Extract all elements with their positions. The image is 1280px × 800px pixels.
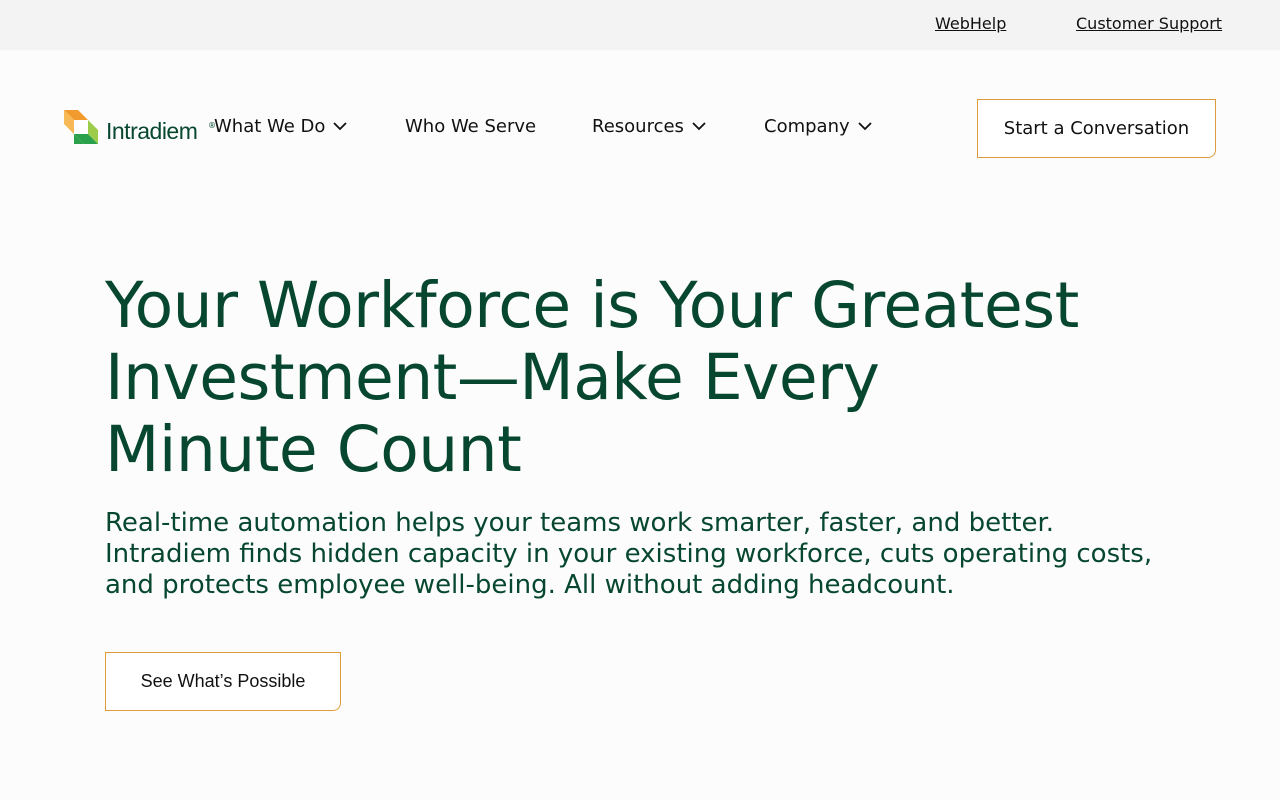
- nav-what-we-do[interactable]: What We Do: [214, 116, 348, 137]
- chevron-down-icon: [692, 122, 706, 131]
- nav-label: Who We Serve: [405, 116, 537, 137]
- nav-label: What We Do: [214, 116, 326, 137]
- logo-text: Intradiem: [106, 118, 198, 144]
- see-whats-possible-button[interactable]: See What’s Possible: [105, 652, 341, 711]
- hero-title: Your Workforce is Your Greatest Investme…: [105, 269, 1079, 486]
- webhelp-link[interactable]: WebHelp: [935, 14, 1006, 33]
- nav-company[interactable]: Company: [764, 116, 872, 137]
- nav-label: Company: [764, 116, 850, 137]
- chevron-down-icon: [333, 122, 348, 131]
- main-header: Intradiem ® What We Do Who We Serve Reso…: [0, 50, 1280, 205]
- nav-who-we-serve[interactable]: Who We Serve: [405, 116, 536, 137]
- utility-bar: WebHelp Customer Support: [0, 0, 1280, 50]
- hero-section: Your Workforce is Your Greatest Investme…: [105, 270, 1205, 601]
- hero-subtitle: Real-time automation helps your teams wo…: [105, 508, 1153, 600]
- customer-support-link[interactable]: Customer Support: [1076, 14, 1222, 33]
- start-conversation-button[interactable]: Start a Conversation: [977, 99, 1216, 158]
- intradiem-logo-icon: [64, 110, 98, 144]
- nav-label: Resources: [592, 116, 684, 137]
- intradiem-logo[interactable]: Intradiem ®: [64, 109, 216, 149]
- chevron-down-icon: [858, 122, 872, 131]
- nav-resources[interactable]: Resources: [592, 116, 706, 137]
